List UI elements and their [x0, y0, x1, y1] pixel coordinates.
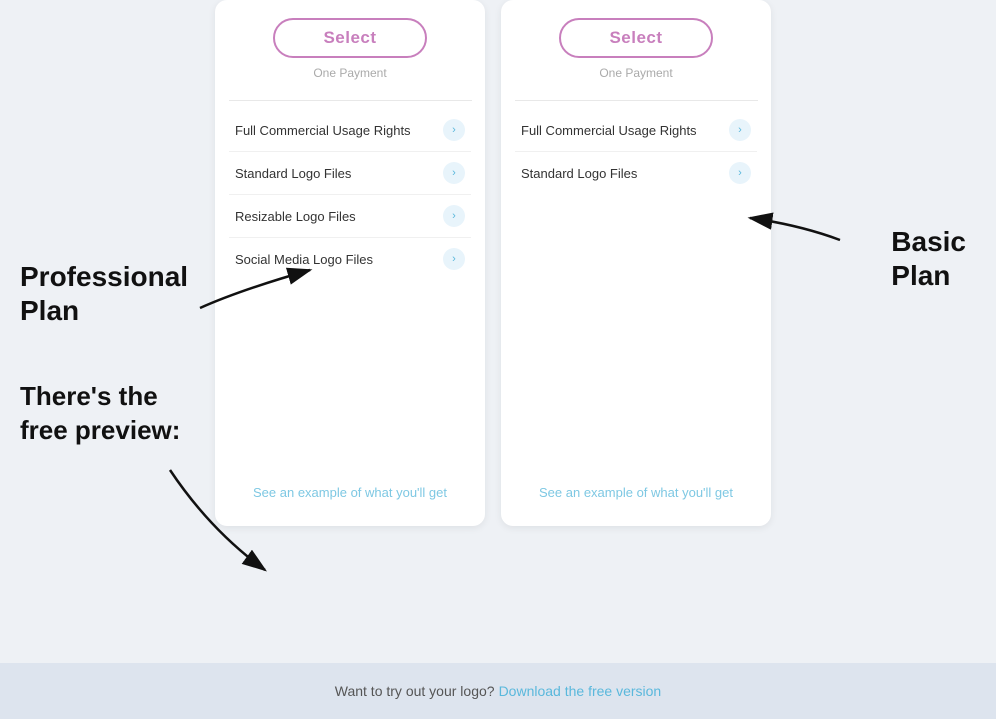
feature-item: Full Commercial Usage Rights ›: [229, 109, 471, 152]
feature-item: Standard Logo Files ›: [229, 152, 471, 195]
feature-text: Standard Logo Files: [235, 166, 351, 181]
feature-text: Resizable Logo Files: [235, 209, 356, 224]
basic-plan-card: Select One Payment Full Commercial Usage…: [501, 0, 771, 526]
card-top-basic: Select One Payment: [501, 0, 771, 90]
card-footer-basic: See an example of what you'll get: [501, 464, 771, 506]
one-payment-label-professional: One Payment: [313, 66, 386, 80]
feature-item: Standard Logo Files ›: [515, 152, 757, 194]
basic-plan-label: BasicPlan: [891, 225, 966, 292]
page-wrapper: Select One Payment Full Commercial Usage…: [0, 0, 996, 719]
chevron-right-icon: ›: [443, 205, 465, 227]
feature-list-basic: Full Commercial Usage Rights › Standard …: [501, 109, 771, 194]
feature-item: Full Commercial Usage Rights ›: [515, 109, 757, 152]
cards-row: Select One Payment Full Commercial Usage…: [215, 0, 771, 526]
professional-plan-card: Select One Payment Full Commercial Usage…: [215, 0, 485, 526]
feature-list-professional: Full Commercial Usage Rights › Standard …: [215, 109, 485, 280]
chevron-right-icon: ›: [729, 162, 751, 184]
bottom-bar-text: Want to try out your logo?: [335, 683, 495, 699]
feature-text: Social Media Logo Files: [235, 252, 373, 267]
download-free-link[interactable]: Download the free version: [499, 683, 662, 699]
chevron-right-icon: ›: [729, 119, 751, 141]
card-footer-professional: See an example of what you'll get: [215, 464, 485, 506]
card-divider-professional: [229, 100, 472, 101]
chevron-right-icon: ›: [443, 248, 465, 270]
feature-item: Social Media Logo Files ›: [229, 238, 471, 280]
select-button-professional[interactable]: Select: [273, 18, 426, 58]
feature-text: Full Commercial Usage Rights: [235, 123, 411, 138]
example-link-basic[interactable]: See an example of what you'll get: [539, 485, 733, 500]
chevron-right-icon: ›: [443, 162, 465, 184]
chevron-right-icon: ›: [443, 119, 465, 141]
free-preview-label: There's thefree preview:: [20, 380, 180, 448]
example-link-professional[interactable]: See an example of what you'll get: [253, 485, 447, 500]
card-top-professional: Select One Payment: [215, 0, 485, 90]
feature-item: Resizable Logo Files ›: [229, 195, 471, 238]
bottom-bar: Want to try out your logo? Download the …: [0, 663, 996, 719]
one-payment-label-basic: One Payment: [599, 66, 672, 80]
professional-plan-label: ProfessionalPlan: [20, 260, 188, 327]
card-divider-basic: [515, 100, 758, 101]
select-button-basic[interactable]: Select: [559, 18, 712, 58]
feature-text: Full Commercial Usage Rights: [521, 123, 697, 138]
feature-text: Standard Logo Files: [521, 166, 637, 181]
